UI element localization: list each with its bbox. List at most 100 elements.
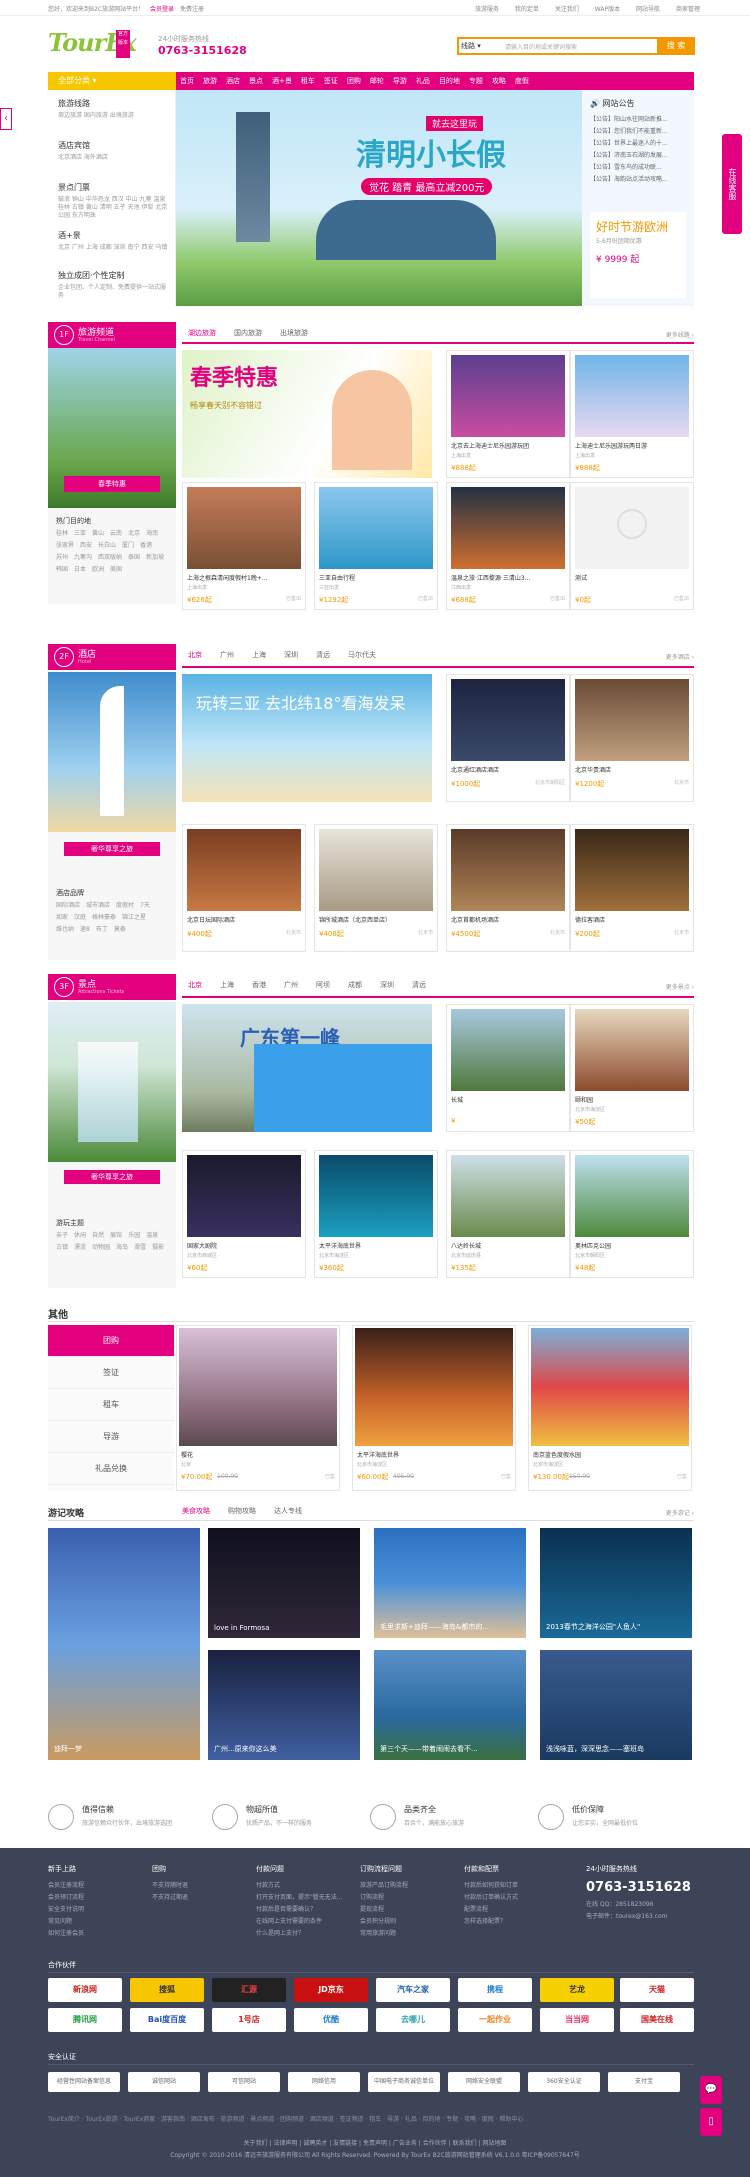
sidebar-group[interactable]: 酒+景 北京 广州 上海 成都 深圳 南宁 西安 乌镇 bbox=[58, 230, 168, 252]
partner-logo[interactable]: 腾讯网 bbox=[48, 2008, 122, 2032]
floor-hero-image[interactable] bbox=[48, 672, 176, 832]
floor-hero-image[interactable] bbox=[48, 1002, 176, 1162]
deal-card[interactable]: 太平洋海底世界 北京市海淀区 ¥60.00起 405.00 已售 bbox=[352, 1325, 516, 1491]
travel-tile[interactable]: love in Formosa bbox=[208, 1528, 360, 1638]
wechat-icon[interactable]: 💬 bbox=[700, 2076, 722, 2104]
product-card[interactable]: 三亚自由行程 三亚出发 ¥1292起 已售出 bbox=[314, 482, 438, 610]
online-service-button[interactable]: 在线客服 bbox=[722, 134, 742, 234]
nav-item[interactable]: 景点 bbox=[249, 72, 263, 90]
promo-label[interactable]: 奢华尊享之旅 bbox=[64, 1170, 160, 1184]
sidebar-group[interactable]: 独立成团·个性定制 企业包团、个人定制、免费提供一站式服务 bbox=[58, 270, 168, 300]
cert-badge[interactable]: 支付宝 bbox=[608, 2072, 680, 2092]
tab[interactable]: 北京 bbox=[188, 980, 202, 990]
travel-tile[interactable]: 2013春节之海洋公园"人鱼人" bbox=[540, 1528, 692, 1638]
tab[interactable]: 购物攻略 bbox=[228, 1506, 256, 1516]
partner-logo[interactable]: 1号店 bbox=[212, 2008, 286, 2032]
top-link[interactable]: 关注我们 bbox=[555, 6, 579, 13]
more-link[interactable]: 更多游记 › bbox=[666, 1508, 694, 1517]
product-card[interactable]: 北京去上海迪士尼乐园游玩团 上海出发 ¥888起 bbox=[446, 350, 570, 478]
tab[interactable]: 湖边旅游 bbox=[188, 328, 216, 338]
nav-item[interactable]: 专题 bbox=[469, 72, 483, 90]
top-link[interactable]: 旅游服务 bbox=[475, 6, 499, 13]
deal-card[interactable]: 南京蓝色度假水园 北京市海淀区 ¥130.00起 150.00 已售 bbox=[528, 1325, 692, 1491]
product-card[interactable]: 锦所城酒店（北京西单店） ¥408起 北京市 bbox=[314, 824, 438, 952]
tab[interactable]: 马尔代夫 bbox=[348, 650, 376, 660]
notice-item[interactable]: 【公告】雪东鸟的成功联... bbox=[590, 162, 662, 171]
travel-tile[interactable]: 第三个天——带着闹闹去看不... bbox=[374, 1650, 526, 1760]
tab[interactable]: 出境旅游 bbox=[280, 328, 308, 338]
nav-item[interactable]: 租车 bbox=[301, 72, 315, 90]
floor-banner[interactable]: 春季特惠 畅享春天别不容错过 bbox=[182, 350, 432, 478]
partner-logo[interactable]: 优酷 bbox=[294, 2008, 368, 2032]
partner-logo[interactable]: 天猫 bbox=[620, 1978, 694, 2002]
tab[interactable]: 北京 bbox=[188, 650, 202, 660]
nav-item[interactable]: 旅游 bbox=[203, 72, 217, 90]
top-link[interactable]: WAP版本 bbox=[595, 6, 620, 13]
product-card[interactable]: 八达岭长城 北京市延庆县 ¥135起 bbox=[446, 1150, 570, 1278]
tab[interactable]: 广州 bbox=[284, 980, 298, 990]
more-link[interactable]: 更多线路 › bbox=[666, 330, 694, 339]
product-card[interactable]: 测试 ¥0起 已售出 bbox=[570, 482, 694, 610]
tab[interactable]: 深圳 bbox=[380, 980, 394, 990]
product-card[interactable]: 长城 ¥ bbox=[446, 1004, 570, 1132]
nav-item[interactable]: 导游 bbox=[393, 72, 407, 90]
partner-logo[interactable]: 当当网 bbox=[540, 2008, 614, 2032]
partner-logo[interactable]: 汇源 bbox=[212, 1978, 286, 2002]
deal-card[interactable]: 樱花 北京 ¥70.00起 100.00 已售 bbox=[176, 1325, 340, 1491]
other-nav-item[interactable]: 导游 bbox=[48, 1421, 174, 1453]
other-nav-item[interactable]: 租车 bbox=[48, 1389, 174, 1421]
nav-item[interactable]: 攻略 bbox=[492, 72, 506, 90]
partner-logo[interactable]: JD京东 bbox=[294, 1978, 368, 2002]
nav-item[interactable]: 度假 bbox=[515, 72, 529, 90]
all-categories[interactable]: 全部分类 ▾ bbox=[48, 72, 176, 90]
partner-logo[interactable]: Bai度百度 bbox=[130, 2008, 204, 2032]
product-card[interactable]: 温泉之旅·江西婺源·三清山3... 江西出发 ¥688起 已售出 bbox=[446, 482, 570, 610]
promo-box[interactable]: 好时节游欧洲 5-6月份团期优惠 ¥ 9999 起 bbox=[590, 212, 686, 298]
nav-item[interactable]: 礼品 bbox=[416, 72, 430, 90]
nav-item[interactable]: 首页 bbox=[180, 72, 194, 90]
partner-logo[interactable]: 去哪儿 bbox=[376, 2008, 450, 2032]
floor-banner[interactable]: 玩转三亚 去北纬18°看海发呆 bbox=[182, 674, 432, 802]
tab[interactable]: 成都 bbox=[348, 980, 362, 990]
notice-item[interactable]: 【公告】世界上最迷人的十... bbox=[590, 138, 668, 147]
floor-banner[interactable]: 广东第一峰 bbox=[182, 1004, 432, 1132]
tab[interactable]: 深圳 bbox=[284, 650, 298, 660]
product-card[interactable]: 北京日坛国际酒店 ¥400起 北京市 bbox=[182, 824, 306, 952]
promo-label[interactable]: 奢华尊享之旅 bbox=[64, 842, 160, 856]
tab[interactable]: 美食攻略 bbox=[182, 1506, 210, 1516]
notice-item[interactable]: 【公告】海韵站点活动攻略... bbox=[590, 174, 668, 183]
search-input[interactable]: 请输入目的地或关键词搜索 bbox=[505, 42, 577, 51]
sidebar-group[interactable]: 景点门票 鼓浪 钟山 中华恐龙 西汉 中山 九寨 温泉 桂林 古镇 黄山 清明 五… bbox=[58, 182, 168, 220]
tab[interactable]: 清远 bbox=[412, 980, 426, 990]
mobile-icon[interactable]: ▯ bbox=[700, 2108, 722, 2136]
travel-tile[interactable]: 广州...原来你这么美 bbox=[208, 1650, 360, 1760]
partner-logo[interactable]: 艺龙 bbox=[540, 1978, 614, 2002]
more-link[interactable]: 更多酒店 › bbox=[666, 652, 694, 661]
nav-item[interactable]: 团购 bbox=[347, 72, 361, 90]
hero-banner[interactable]: 就去这里玩 清明小长假 觉花 踏青 最高立减200元 bbox=[176, 90, 582, 306]
partner-logo[interactable]: 一起作业 bbox=[458, 2008, 532, 2032]
top-link[interactable]: 商家管理 bbox=[676, 6, 700, 13]
cert-badge[interactable]: 中国电子商务诚信单位 bbox=[368, 2072, 440, 2092]
search-button[interactable]: 搜 索 bbox=[657, 37, 695, 55]
travel-tile[interactable]: 毛里求斯+迪拜——海岛&都市的... bbox=[374, 1528, 526, 1638]
cert-badge[interactable]: 经营性网站备案信息 bbox=[48, 2072, 120, 2092]
sidebar-group[interactable]: 酒店宾馆 北京酒店 海外酒店 bbox=[58, 140, 168, 162]
cert-badge[interactable]: 网络安全联盟 bbox=[448, 2072, 520, 2092]
promo-label[interactable]: 春季特惠 bbox=[64, 476, 160, 492]
search-type-select[interactable]: 线路 ▾ bbox=[461, 41, 481, 51]
nav-item[interactable]: 酒+景 bbox=[272, 72, 292, 90]
register-link[interactable]: 免费注册 bbox=[180, 6, 204, 13]
product-card[interactable]: 国家大剧院 北京市西城区 ¥60起 bbox=[182, 1150, 306, 1278]
popup-overlay[interactable] bbox=[254, 1044, 432, 1132]
tab[interactable]: 上海 bbox=[252, 650, 266, 660]
product-card[interactable]: 北京华贵酒店 ¥1200起 北京市 bbox=[570, 674, 694, 802]
product-card[interactable]: 太平洋海底世界 北京市海淀区 ¥360起 bbox=[314, 1150, 438, 1278]
tab[interactable]: 阿坝 bbox=[316, 980, 330, 990]
partner-logo[interactable]: 新浪网 bbox=[48, 1978, 122, 2002]
cert-badge[interactable]: 诚信网站 bbox=[128, 2072, 200, 2092]
product-card[interactable]: 德拉客酒店 ¥200起 北京市 bbox=[570, 824, 694, 952]
sidebar-group[interactable]: 旅游线路 周边旅游 国内旅游 出境旅游 bbox=[58, 98, 168, 120]
tab[interactable]: 香港 bbox=[252, 980, 266, 990]
travel-tile[interactable]: 浅浅咏蓝，深深思念——塞班岛 bbox=[540, 1650, 692, 1760]
